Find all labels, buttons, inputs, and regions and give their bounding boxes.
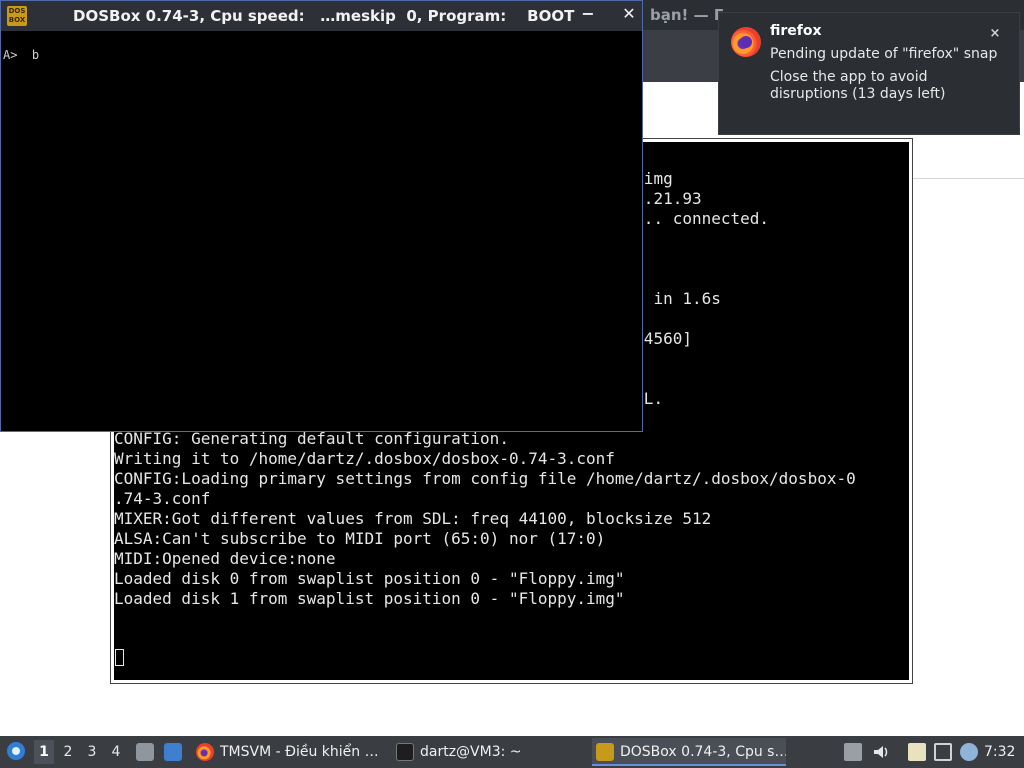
notification-line-2: Close the app to avoid disruptions (13 d…	[770, 69, 946, 102]
terminal-icon	[396, 743, 414, 761]
dosbox-titlebar[interactable]: DOS BOX DOSBox 0.74-3, Cpu speed: …meski…	[1, 1, 642, 31]
notification-close-button[interactable]: ×	[987, 26, 1003, 42]
workspace-1[interactable]: 1	[34, 740, 54, 764]
firefox-icon	[731, 27, 761, 57]
notification-line-1: Pending update of "firefox" snap	[770, 46, 998, 62]
show-desktop-icon[interactable]	[164, 743, 182, 761]
update-notification[interactable]: firefox × Pending update of "firefox" sn…	[718, 12, 1020, 135]
browser-title: bạn! — F	[650, 6, 725, 24]
taskbar: 1 2 3 4 TMSVM - Điều khiển … dartz@VM3: …	[0, 736, 1024, 768]
display-icon[interactable]	[934, 743, 952, 761]
dosbox-app-icon: DOS BOX	[7, 6, 27, 26]
dosbox-window[interactable]: DOS BOX DOSBox 0.74-3, Cpu speed: …meski…	[0, 0, 643, 432]
dos-prompt: A> b	[3, 48, 40, 62]
volume-icon[interactable]	[872, 743, 890, 761]
workspace-4[interactable]: 4	[106, 740, 126, 764]
notification-app-name: firefox	[770, 23, 822, 39]
network-icon[interactable]	[844, 743, 862, 761]
close-button[interactable]: ✕	[620, 4, 638, 26]
workspace-3[interactable]: 3	[82, 740, 102, 764]
start-menu-button[interactable]	[4, 736, 28, 768]
task-terminal[interactable]: dartz@VM3: ~	[396, 738, 526, 766]
clock[interactable]: 7:32	[984, 736, 1015, 768]
task-browser[interactable]: TMSVM - Điều khiển …	[196, 738, 380, 766]
workspace-2[interactable]: 2	[58, 740, 78, 764]
dosbox-title: DOSBox 0.74-3, Cpu speed: …meskip 0, Pro…	[73, 7, 575, 25]
file-manager-launcher-icon[interactable]	[136, 743, 154, 761]
task-dosbox-label: DOSBox 0.74-3, Cpu s…	[620, 744, 786, 760]
task-dosbox[interactable]: DOSBox 0.74-3, Cpu s…	[592, 738, 786, 766]
minimize-button[interactable]: −	[579, 4, 597, 26]
notification-body: Pending update of "firefox" snap Close t…	[770, 46, 1000, 109]
dosbox-icon	[596, 743, 614, 761]
task-browser-label: TMSVM - Điều khiển …	[220, 744, 379, 760]
clipboard-icon[interactable]	[908, 743, 926, 761]
browser-divider	[912, 178, 1024, 179]
updates-icon[interactable]	[960, 743, 978, 761]
terminal-cursor	[115, 649, 124, 666]
dosbox-screen[interactable]: A> b	[1, 31, 642, 431]
task-terminal-label: dartz@VM3: ~	[420, 744, 522, 760]
firefox-icon	[196, 743, 214, 761]
start-menu-icon	[7, 742, 25, 760]
